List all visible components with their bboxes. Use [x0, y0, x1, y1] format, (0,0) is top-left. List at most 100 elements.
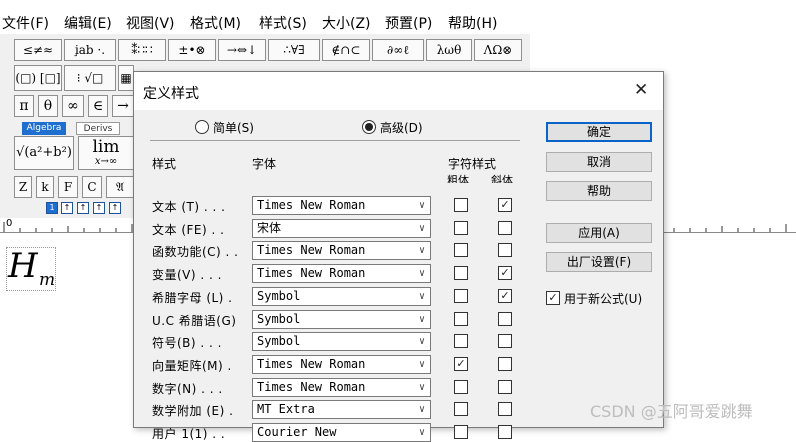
- limit-main-text: lim: [92, 137, 120, 157]
- style-row-label: 向量矩阵(M) .: [152, 359, 232, 373]
- use-for-new-equations-label[interactable]: 用于新公式(U): [564, 290, 642, 307]
- font-select[interactable]: Times New Roman ∨: [252, 378, 431, 397]
- greek-upper-palette-button[interactable]: ΛΩ⊗: [474, 39, 522, 61]
- italic-checkbox[interactable]: [498, 334, 512, 348]
- font-select[interactable]: 宋体 ∨: [252, 219, 431, 238]
- help-button[interactable]: 帮助: [546, 181, 652, 201]
- menu-help[interactable]: 帮助(H): [448, 13, 497, 33]
- set-theory-palette-button[interactable]: ∉∩⊂: [322, 39, 370, 61]
- embellishments-palette-button[interactable]: ⁑∷∷: [118, 39, 166, 61]
- italic-checkbox[interactable]: [498, 243, 512, 257]
- font-style-fraktur-button[interactable]: 𝔄: [106, 176, 134, 198]
- italic-checkbox[interactable]: [498, 402, 512, 416]
- menu-preferences[interactable]: 预置(P): [385, 13, 432, 33]
- italic-checkbox[interactable]: [498, 221, 512, 235]
- font-select[interactable]: MT Extra ∨: [252, 400, 431, 419]
- chevron-down-icon: ∨: [418, 223, 425, 234]
- menu-edit[interactable]: 编辑(E): [64, 13, 112, 33]
- bold-checkbox[interactable]: [454, 243, 468, 257]
- equation-document[interactable]: H m: [0, 233, 134, 428]
- menu-style[interactable]: 样式(S): [259, 13, 307, 33]
- infinity-symbol-button[interactable]: ∞: [62, 95, 84, 117]
- bold-checkbox[interactable]: [454, 221, 468, 235]
- italic-checkbox[interactable]: ✓: [498, 266, 512, 280]
- mode-simple-label[interactable]: 简单(S): [213, 119, 254, 136]
- font-style-k-button[interactable]: k: [36, 176, 54, 198]
- italic-checkbox[interactable]: [498, 312, 512, 326]
- italic-checkbox[interactable]: ✓: [498, 289, 512, 303]
- theta-symbol-button[interactable]: θ: [38, 95, 58, 117]
- chevron-down-icon: ∨: [418, 427, 425, 438]
- col-header-font: 字体: [252, 157, 277, 171]
- menu-size[interactable]: 大小(Z): [322, 13, 371, 33]
- font-select[interactable]: Symbol ∨: [252, 332, 431, 351]
- italic-checkbox[interactable]: [498, 357, 512, 371]
- equation-slot[interactable]: H m: [6, 246, 56, 291]
- style-row-label: 文本 (FE) . .: [152, 223, 225, 237]
- chevron-down-icon: ∨: [418, 200, 425, 211]
- italic-checkbox[interactable]: [498, 380, 512, 394]
- tab-algebra[interactable]: Algebra: [22, 122, 66, 135]
- close-icon[interactable]: ✕: [634, 80, 648, 100]
- font-select[interactable]: Courier New ∨: [252, 423, 431, 442]
- fences-palette-button[interactable]: (□) [□]: [14, 65, 62, 91]
- bold-checkbox[interactable]: [454, 312, 468, 326]
- font-select[interactable]: Times New Roman ∨: [252, 264, 431, 283]
- bold-checkbox[interactable]: ✓: [454, 357, 468, 371]
- cancel-button[interactable]: 取消: [546, 152, 652, 172]
- greek-lower-palette-button[interactable]: λωθ: [426, 39, 472, 61]
- bold-checkbox[interactable]: [454, 198, 468, 212]
- font-select[interactable]: Times New Roman ∨: [252, 196, 431, 215]
- font-select[interactable]: Symbol ∨: [252, 287, 431, 306]
- use-for-new-equations-checkbox[interactable]: ✓: [546, 291, 560, 305]
- font-style-c-button[interactable]: C: [82, 176, 102, 198]
- italic-checkbox[interactable]: ✓: [498, 198, 512, 212]
- mode-advanced-radio[interactable]: [362, 120, 376, 134]
- italic-checkbox[interactable]: [498, 425, 512, 439]
- tab-stop-tool-1[interactable]: 1: [46, 202, 58, 214]
- mode-divider: [150, 140, 520, 141]
- bold-checkbox[interactable]: [454, 334, 468, 348]
- bold-checkbox[interactable]: [454, 289, 468, 303]
- mode-advanced-label[interactable]: 高级(D): [380, 119, 423, 136]
- equation-variable: H: [8, 246, 38, 286]
- limit-template[interactable]: lim x→∞: [78, 136, 134, 170]
- tab-stop-tool-4[interactable]: ↑: [93, 202, 105, 214]
- style-row-label: U.C 希腊语(G): [152, 314, 237, 328]
- ok-button[interactable]: 确定: [546, 122, 652, 142]
- font-select-value: MT Extra: [257, 402, 315, 416]
- fractions-radicals-palette-button[interactable]: ⁝ √□: [64, 65, 116, 91]
- matrix-palette-button[interactable]: ▦: [118, 65, 134, 91]
- relations-palette-button[interactable]: ≤≠≈: [14, 39, 62, 61]
- font-select[interactable]: Times New Roman ∨: [252, 355, 431, 374]
- font-select-value: Times New Roman: [257, 243, 366, 257]
- bold-checkbox[interactable]: [454, 266, 468, 280]
- bold-checkbox[interactable]: [454, 380, 468, 394]
- logic-palette-button[interactable]: ∴∀∃: [268, 39, 320, 61]
- arrows-palette-button[interactable]: →⇔↓: [218, 39, 266, 61]
- mode-simple-radio[interactable]: [195, 120, 209, 134]
- operators-palette-button[interactable]: ±•⊗: [168, 39, 216, 61]
- font-style-f-button[interactable]: F: [58, 176, 78, 198]
- tab-stop-tool-2[interactable]: ↑: [61, 202, 73, 214]
- font-select[interactable]: Symbol ∨: [252, 310, 431, 329]
- misc-symbols-palette-button[interactable]: ∂∞ℓ: [372, 39, 424, 61]
- tab-stop-tool-5[interactable]: ↑: [109, 202, 121, 214]
- tab-stop-tool-3[interactable]: ↑: [77, 202, 89, 214]
- element-of-symbol-button[interactable]: ∈: [88, 95, 108, 117]
- font-style-z-button[interactable]: Z: [14, 176, 32, 198]
- menu-file[interactable]: 文件(F): [2, 13, 49, 33]
- sqrt-template[interactable]: √(a²+b²): [14, 136, 74, 170]
- bold-checkbox[interactable]: [454, 402, 468, 416]
- tab-derivs[interactable]: Derivs: [76, 122, 120, 135]
- menu-view[interactable]: 视图(V): [126, 13, 175, 33]
- apply-button[interactable]: 应用(A): [546, 223, 652, 243]
- dialog-title: 定义样式: [143, 86, 199, 102]
- font-select[interactable]: Times New Roman ∨: [252, 241, 431, 260]
- bold-checkbox[interactable]: [454, 425, 468, 439]
- factory-settings-button[interactable]: 出厂设置(F): [546, 252, 652, 272]
- arrow-symbol-button[interactable]: →: [112, 95, 134, 117]
- spaces-palette-button[interactable]: i̧ab ·.: [64, 39, 116, 61]
- menu-format[interactable]: 格式(M): [190, 13, 241, 33]
- pi-symbol-button[interactable]: π: [14, 95, 34, 117]
